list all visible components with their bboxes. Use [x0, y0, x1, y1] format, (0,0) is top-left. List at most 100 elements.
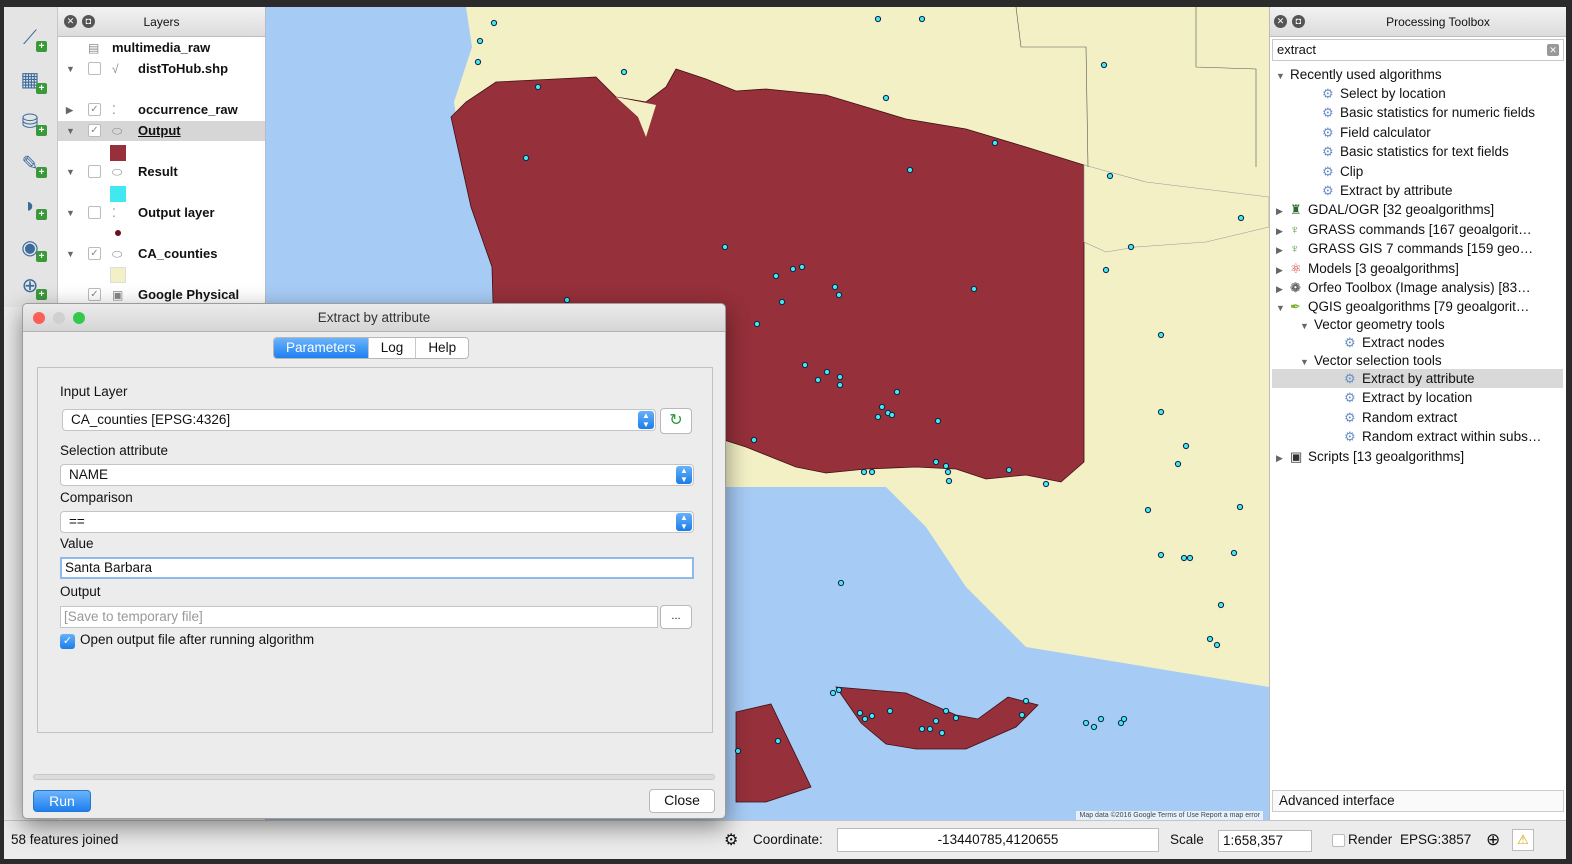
tree-provider-grass7[interactable]: ▶ ♆ GRASS GIS 7 commands [159 geo…: [1276, 239, 1533, 258]
tree-label: Vector selection tools: [1314, 353, 1442, 368]
add-wms-layer-icon[interactable]: ◗ +: [16, 193, 47, 220]
layer-output[interactable]: ▼ ✓ ⬭ Output: [58, 121, 265, 141]
close-icon[interactable]: ✕: [64, 15, 77, 28]
models-icon: ⚛: [1290, 261, 1302, 276]
crs-globe-icon[interactable]: ⊕: [1486, 830, 1500, 850]
layer-name: multimedia_raw: [112, 40, 211, 55]
close-window-icon[interactable]: [33, 312, 45, 324]
advanced-interface-dropdown[interactable]: Advanced interface: [1272, 790, 1564, 812]
render-checkbox[interactable]: [1332, 834, 1345, 847]
gear-icon: ⚙: [1344, 335, 1356, 350]
add-wcs-layer-icon[interactable]: ◉ +: [16, 235, 47, 262]
minimize-window-icon[interactable]: [53, 312, 65, 324]
add-postgis-layer-icon[interactable]: ⛁ +: [16, 109, 47, 136]
zoom-window-icon[interactable]: [73, 312, 85, 324]
iterate-icon[interactable]: ↻: [660, 408, 692, 434]
tree-group-vector-geometry[interactable]: ▼ Vector geometry tools: [1300, 315, 1445, 334]
expand-arrow-icon[interactable]: ▼: [66, 121, 75, 141]
coordinate-field[interactable]: -13440785,4120655: [837, 828, 1159, 852]
visibility-checkbox[interactable]: [88, 62, 101, 75]
scale-label: Scale: [1170, 832, 1204, 847]
visibility-checkbox[interactable]: [88, 206, 101, 219]
layer-multimedia-raw[interactable]: ▤ multimedia_raw: [58, 38, 265, 58]
tree-provider-qgis[interactable]: ▼ ✒ QGIS geoalgorithms [79 geoalgorit…: [1276, 297, 1529, 316]
layer-google-physical[interactable]: ✓ ▣ Google Physical: [58, 285, 265, 305]
tree-item[interactable]: ⚙ Random extract within subs…: [1344, 427, 1541, 446]
output-field[interactable]: [Save to temporary file]: [60, 606, 658, 628]
selection-attribute-select[interactable]: NAME ▲ ▼: [60, 464, 694, 486]
dialog-title: Extract by attribute: [317, 310, 431, 325]
tree-provider-scripts[interactable]: ▶ ▣ Scripts [13 geoalgorithms]: [1276, 447, 1464, 466]
tree-item[interactable]: ⚙ Clip: [1322, 162, 1363, 181]
expand-arrow-icon[interactable]: ▶: [1276, 202, 1290, 221]
float-icon[interactable]: ◘: [82, 15, 95, 28]
tree-item[interactable]: ⚙ Extract nodes: [1344, 333, 1445, 352]
map-attribution[interactable]: Map data ©2016 Google Terms of Use Repor…: [1076, 811, 1263, 820]
float-icon[interactable]: ◘: [1292, 15, 1305, 28]
tree-provider-grass[interactable]: ▶ ♆ GRASS commands [167 geoalgorit…: [1276, 220, 1532, 239]
visibility-checkbox[interactable]: ✓: [88, 247, 101, 260]
tree-item-selected[interactable]: ⚙ Extract by attribute: [1272, 369, 1563, 388]
visibility-checkbox[interactable]: ✓: [88, 288, 101, 301]
comparison-select[interactable]: == ▲ ▼: [60, 511, 694, 533]
browse-button[interactable]: ...: [660, 605, 692, 629]
tab-parameters[interactable]: Parameters: [274, 338, 369, 358]
warning-icon[interactable]: ⚠: [1512, 829, 1534, 851]
expand-arrow-icon[interactable]: ▼: [66, 244, 75, 264]
visibility-checkbox[interactable]: ✓: [88, 103, 101, 116]
collapse-arrow-icon[interactable]: ▼: [1276, 67, 1290, 86]
tree-provider-gdal[interactable]: ▶ ♜ GDAL/OGR [32 geoalgorithms]: [1276, 200, 1494, 219]
new-shapefile-layer-icon[interactable]: ✎ +: [16, 151, 47, 178]
tree-provider-orfeo[interactable]: ▶ ❁ Orfeo Toolbox (Image analysis) [83…: [1276, 278, 1531, 297]
add-vector-layer-icon[interactable]: ⟋ +: [16, 25, 47, 52]
render-label: Render: [1348, 832, 1393, 847]
input-layer-select[interactable]: CA_counties [EPSG:4326] ▲ ▼: [62, 409, 656, 431]
add-wfs-layer-icon[interactable]: ⊕ +: [16, 273, 47, 300]
visibility-checkbox[interactable]: [88, 165, 101, 178]
layer-result[interactable]: ▼ ⬭ Result: [58, 162, 265, 182]
tree-label: QGIS geoalgorithms [79 geoalgorit…: [1308, 299, 1530, 314]
tree-item[interactable]: ⚙ Random extract: [1344, 408, 1457, 427]
layer-output-layer[interactable]: ▼ ⁚ Output layer: [58, 203, 265, 223]
collapse-arrow-icon[interactable]: ▼: [1276, 299, 1290, 318]
expand-arrow-icon[interactable]: ▼: [66, 59, 75, 79]
expand-arrow-icon[interactable]: ▶: [1276, 241, 1290, 260]
tree-recent-group[interactable]: ▼ Recently used algorithms: [1276, 65, 1442, 84]
crs-status[interactable]: EPSG:3857: [1400, 832, 1471, 847]
layer-occurrence-raw[interactable]: ▶ ✓ ⁚ occurrence_raw: [58, 100, 265, 120]
expand-arrow-icon[interactable]: ▼: [66, 162, 75, 182]
expand-arrow-icon[interactable]: ▼: [66, 203, 75, 223]
tree-provider-models[interactable]: ▶ ⚛ Models [3 geoalgorithms]: [1276, 259, 1459, 278]
layer-name: Output layer: [138, 205, 215, 220]
scripts-icon: ▣: [1290, 449, 1303, 464]
tree-group-vector-selection[interactable]: ▼ Vector selection tools: [1300, 351, 1442, 370]
run-button[interactable]: Run: [33, 790, 91, 812]
scale-combobox[interactable]: 1:658,357: [1218, 830, 1312, 852]
tab-log[interactable]: Log: [369, 338, 417, 358]
tree-item[interactable]: ⚙ Extract by location: [1344, 388, 1472, 407]
tab-help[interactable]: Help: [416, 338, 468, 358]
tree-label: Extract by attribute: [1362, 371, 1475, 386]
expand-arrow-icon[interactable]: ▶: [1276, 449, 1290, 468]
tree-item[interactable]: ⚙ Field calculator: [1322, 123, 1431, 142]
add-raster-layer-icon[interactable]: ▦ +: [16, 67, 47, 94]
clear-search-icon[interactable]: ✕: [1547, 44, 1559, 56]
tree-item[interactable]: ⚙ Extract by attribute: [1322, 181, 1453, 200]
open-output-checkbox[interactable]: ✓: [60, 634, 75, 649]
expand-arrow-icon[interactable]: ▶: [66, 100, 73, 120]
layer-disttohub[interactable]: ▼ √ distToHub.shp: [58, 59, 265, 79]
value-input[interactable]: Santa Barbara: [60, 557, 694, 579]
coordinate-toggle-icon[interactable]: ⚙: [724, 830, 738, 850]
tree-item[interactable]: ⚙ Basic statistics for text fields: [1322, 142, 1509, 161]
gear-icon: ⚙: [1322, 183, 1334, 198]
tree-label: Basic statistics for numeric fields: [1340, 105, 1536, 120]
close-button[interactable]: Close: [649, 789, 715, 813]
collapse-arrow-icon[interactable]: ▼: [1300, 317, 1314, 336]
visibility-checkbox[interactable]: ✓: [88, 124, 101, 137]
layer-ca-counties[interactable]: ▼ ✓ ⬭ CA_counties: [58, 244, 265, 264]
tree-item[interactable]: ⚙ Select by location: [1322, 84, 1446, 103]
close-icon[interactable]: ✕: [1274, 15, 1287, 28]
toolbox-search-input[interactable]: extract ✕: [1272, 39, 1564, 61]
tree-item[interactable]: ⚙ Basic statistics for numeric fields: [1322, 103, 1535, 122]
qgis-icon: ✒: [1290, 299, 1301, 314]
